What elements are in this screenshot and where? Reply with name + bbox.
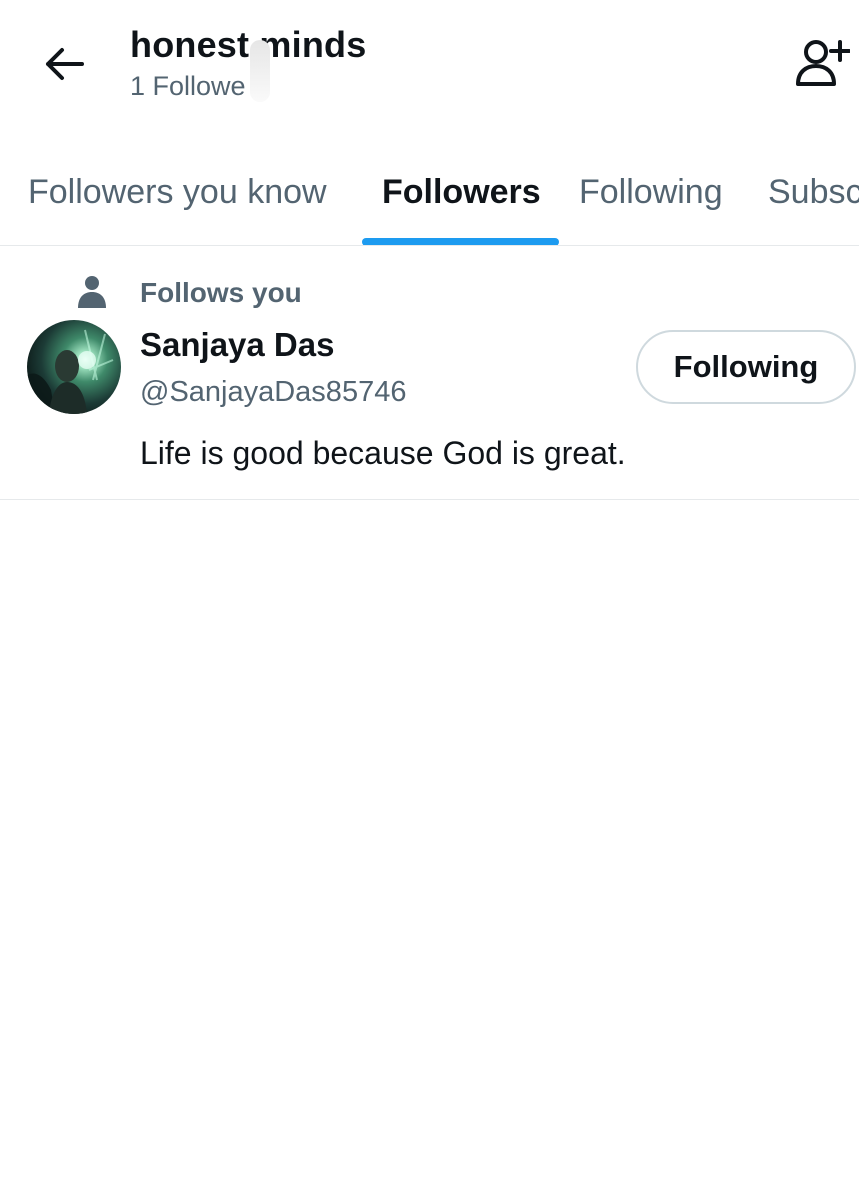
- tab-followers-you-know[interactable]: Followers you know: [28, 170, 327, 214]
- user-bio: Life is good because God is great.: [140, 435, 626, 471]
- following-button[interactable]: Following: [636, 330, 856, 404]
- tab-subscriptions[interactable]: Subsc: [768, 170, 859, 214]
- user-handle: @SanjayaDas85746: [140, 376, 407, 408]
- follows-you-label: Follows you: [140, 277, 302, 308]
- arrow-left-icon: [46, 48, 84, 80]
- active-tab-indicator: [362, 238, 559, 245]
- add-user-button[interactable]: [790, 34, 854, 92]
- title-block: honest minds 1 Followe: [130, 24, 366, 104]
- top-app-bar: honest minds 1 Followe: [0, 0, 859, 140]
- touch-indicator: [250, 40, 270, 102]
- avatar-image: [27, 329, 114, 414]
- list-item[interactable]: Follows you Sanjaya Das @SanjayaDas85746…: [0, 247, 859, 500]
- followers-screen: honest minds 1 Followe Followers you kno…: [0, 0, 859, 1200]
- person-icon: [78, 276, 106, 308]
- follower-count: 1 Followe: [130, 71, 246, 101]
- person-plus-icon: [796, 40, 850, 86]
- back-button[interactable]: [30, 36, 98, 92]
- tab-followers[interactable]: Followers: [382, 170, 541, 214]
- page-title: honest minds: [130, 24, 367, 65]
- tab-bar: Followers you know Followers Following S…: [0, 140, 859, 246]
- user-display-name[interactable]: Sanjaya Das: [140, 325, 334, 365]
- tab-following[interactable]: Following: [579, 170, 723, 214]
- avatar[interactable]: [27, 320, 121, 414]
